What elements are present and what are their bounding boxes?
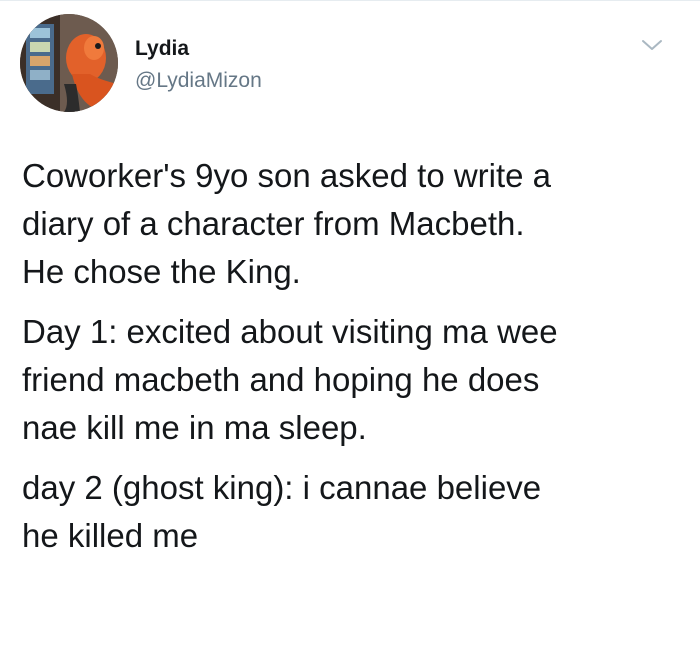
tweet-paragraph: day 2 (ghost king): i cannae believe he … [22, 469, 542, 554]
author-handle[interactable]: @LydiaMizon [135, 69, 262, 93]
tweet-text: Coworker's 9yo son asked to write a diar… [22, 152, 672, 560]
tweet-paragraph: Coworker's 9yo son asked to write a diar… [22, 157, 552, 290]
avatar-photo-icon [20, 14, 118, 112]
chevron-down-icon[interactable] [640, 35, 664, 55]
author-name[interactable]: Lydia [135, 37, 189, 61]
tweet-card: Lydia @LydiaMizon Coworker's 9yo son ask… [0, 0, 700, 658]
author-avatar[interactable] [20, 14, 118, 112]
tweet-paragraph: Day 1: excited about visiting ma wee fri… [22, 313, 558, 446]
